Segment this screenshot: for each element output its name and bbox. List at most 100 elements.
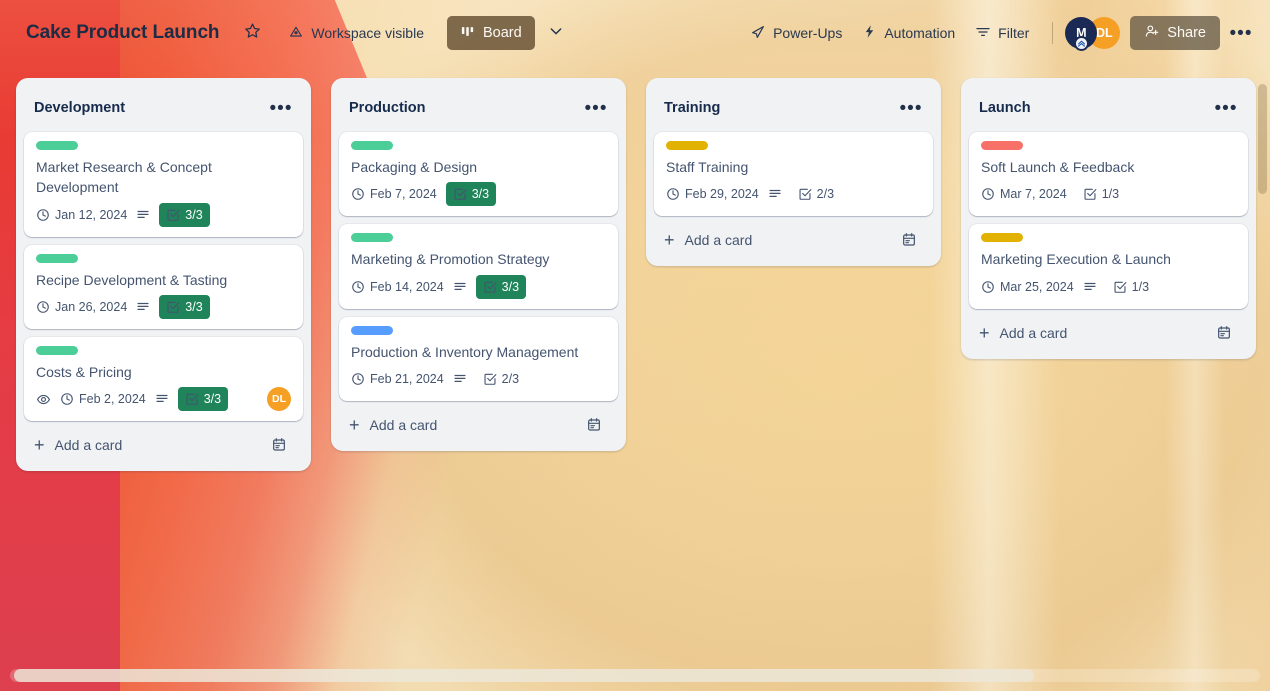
list-header: Training ••• (654, 86, 933, 132)
add-card-row[interactable]: + Add a card (969, 315, 1248, 351)
power-ups-button[interactable]: Power-Ups (741, 17, 851, 49)
board-list: Training ••• Staff Training Feb 29, 2024 2/3… (646, 78, 941, 267)
share-button[interactable]: Share (1130, 16, 1220, 50)
ellipsis-icon: ••• (1214, 97, 1238, 119)
card[interactable]: Marketing & Promotion Strategy Feb 14, 20… (339, 224, 618, 309)
eye-watch-icon (36, 392, 51, 407)
card-due-date[interactable]: Jan 12, 2024 (36, 208, 127, 222)
board-header-right: Power-Ups Automation Filter M DL Share •… (741, 16, 1256, 51)
card-description-indicator (453, 280, 467, 294)
checklist-icon (166, 208, 180, 222)
checklist-icon (1083, 187, 1097, 201)
card-title: Marketing & Promotion Strategy (351, 251, 550, 268)
card-checklist-count: 2/3 (816, 187, 835, 202)
card[interactable]: Soft Launch & Feedback Mar 7, 2024 1/3 (969, 132, 1248, 217)
card-template-icon (901, 232, 917, 248)
card[interactable]: Costs & Pricing Feb 2, 2024 3/3 DL (24, 336, 303, 422)
card-checklist-count: 1/3 (1101, 187, 1120, 202)
add-card-row[interactable]: + Add a card (654, 222, 933, 258)
card-checklist-count: 3/3 (185, 299, 203, 314)
list-menu-button[interactable]: ••• (897, 94, 925, 122)
card-due-date-label: Jan 12, 2024 (55, 207, 128, 222)
horizontal-scrollbar-thumb[interactable] (14, 669, 1034, 682)
card-labels (666, 141, 921, 150)
star-board-button[interactable] (237, 18, 267, 48)
board-list: Production ••• Packaging & Design Feb 7, 20… (331, 78, 626, 451)
list-title: Production (349, 100, 426, 116)
star-icon (244, 22, 261, 44)
card-label-pill[interactable] (351, 141, 393, 150)
card[interactable]: Market Research & Concept Development Jan… (24, 132, 303, 237)
board-more-menu-button[interactable]: ••• (1226, 18, 1256, 48)
clock-icon (36, 208, 50, 222)
card-label-pill[interactable] (981, 233, 1023, 243)
card-label-pill[interactable] (666, 141, 708, 150)
card[interactable]: Production & Inventory Management Feb 21,… (339, 316, 618, 401)
card-due-date[interactable]: Feb 21, 2024 (351, 372, 444, 386)
workspace-visibility-button[interactable]: Workspace visible (279, 17, 433, 49)
list-header: Launch ••• (969, 86, 1248, 132)
card-due-date[interactable]: Feb 2, 2024 (60, 392, 146, 406)
card[interactable]: Staff Training Feb 29, 2024 2/3 (654, 132, 933, 217)
card-checklist-badge: 3/3 (159, 202, 210, 227)
card-checklist-count: 3/3 (185, 207, 203, 222)
description-icon (1083, 280, 1097, 294)
card-labels (981, 233, 1236, 243)
create-from-template-button[interactable] (895, 226, 923, 254)
board-header: Cake Product Launch Workspace visible Bo… (0, 0, 1270, 66)
card-member-avatar[interactable]: DL (267, 387, 291, 412)
ellipsis-icon: ••• (269, 97, 293, 119)
workspace-visibility-label: Workspace visible (311, 25, 424, 41)
create-from-template-button[interactable] (1210, 319, 1238, 347)
filter-button[interactable]: Filter (966, 17, 1038, 49)
card-due-date[interactable]: Feb 7, 2024 (351, 187, 437, 201)
card-due-date[interactable]: Mar 7, 2024 (981, 187, 1067, 201)
clock-icon (351, 372, 365, 386)
card-label-pill[interactable] (36, 141, 78, 150)
card-labels (981, 141, 1236, 150)
card-checklist-badge: 2/3 (791, 182, 841, 206)
card-checklist-count: 3/3 (203, 392, 222, 407)
card-label-pill[interactable] (981, 141, 1023, 150)
board-members: M DL (1065, 17, 1121, 51)
card-label-pill[interactable] (36, 253, 78, 263)
workspace-visible-icon (288, 24, 304, 43)
automation-button[interactable]: Automation (853, 17, 964, 49)
card-due-date[interactable]: Jan 26, 2024 (36, 300, 127, 314)
description-icon (136, 300, 150, 314)
chevron-down-icon (548, 23, 564, 44)
ellipsis-icon: ••• (899, 97, 923, 119)
card[interactable]: Packaging & Design Feb 7, 2024 3/3 (339, 132, 618, 217)
card-labels (351, 233, 606, 243)
card-due-date[interactable]: Feb 29, 2024 (666, 187, 759, 201)
card-label-pill[interactable] (351, 325, 393, 335)
card[interactable]: Recipe Development & Tasting Jan 26, 2024… (24, 244, 303, 329)
card-due-date[interactable]: Feb 14, 2024 (351, 280, 444, 294)
list-title: Development (34, 100, 126, 116)
board-view-button[interactable]: Board (446, 16, 535, 50)
card-meta: Feb 2, 2024 3/3 DL (36, 387, 291, 412)
create-from-template-button[interactable] (580, 411, 608, 439)
vertical-scrollbar-thumb[interactable] (1258, 84, 1267, 194)
filter-label: Filter (998, 25, 1030, 41)
create-from-template-button[interactable] (265, 431, 293, 459)
card-label-pill[interactable] (36, 345, 78, 355)
add-card-row[interactable]: + Add a card (24, 427, 303, 463)
card-label-pill[interactable] (351, 233, 393, 243)
description-icon (136, 208, 150, 222)
card-description-indicator (155, 392, 169, 406)
add-card-label: Add a card (369, 416, 438, 433)
list-cards: Packaging & Design Feb 7, 2024 3/3 Marketin… (339, 132, 618, 401)
list-menu-button[interactable]: ••• (267, 94, 295, 122)
card-due-date[interactable]: Mar 25, 2024 (981, 280, 1074, 294)
card[interactable]: Marketing Execution & Launch Mar 25, 2024… (969, 224, 1248, 309)
view-switcher-button[interactable] (541, 18, 571, 48)
list-menu-button[interactable]: ••• (1212, 94, 1240, 122)
card-description-indicator (768, 187, 782, 201)
board-view-icon (460, 24, 475, 43)
card-title: Costs & Pricing (36, 363, 132, 380)
card-checklist-count: 2/3 (501, 371, 520, 386)
add-card-row[interactable]: + Add a card (339, 407, 618, 443)
card-due-date-label: Mar 7, 2024 (1000, 187, 1067, 202)
list-menu-button[interactable]: ••• (582, 94, 610, 122)
